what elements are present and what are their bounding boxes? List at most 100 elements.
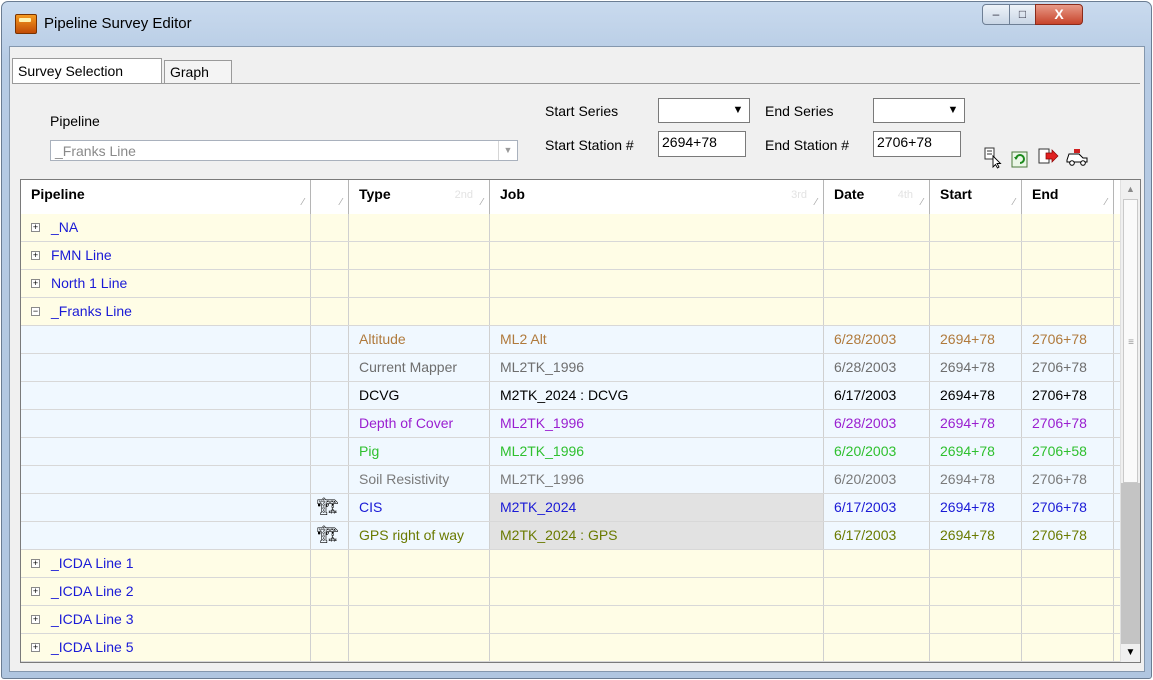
group-row[interactable]: + North 1 Line	[21, 270, 1121, 298]
sort-rank: 3rd	[791, 189, 807, 201]
close-button[interactable]: X	[1035, 4, 1083, 25]
expand-icon[interactable]: +	[31, 251, 40, 260]
icon-cell	[311, 326, 349, 353]
start-series-dropdown[interactable]: ▼	[658, 98, 750, 123]
group-row[interactable]: + FMN Line	[21, 242, 1121, 270]
type-cell: GPS right of way	[349, 522, 490, 549]
scrollbar-thumb[interactable]: ≡	[1123, 199, 1138, 483]
select-cursor-icon[interactable]	[983, 147, 1003, 169]
pipeline-cell	[21, 326, 311, 353]
job-cell: ML2TK_1996	[490, 354, 824, 381]
collapse-icon[interactable]: −	[31, 307, 40, 316]
job-cell: ML2 Alt	[490, 326, 824, 353]
pipeline-name: North 1 Line	[51, 275, 128, 291]
scroll-down-arrow-icon[interactable]: ▼	[1121, 644, 1140, 662]
export-icon[interactable]	[1037, 146, 1059, 166]
end-cell: 2706+78	[1022, 466, 1114, 493]
tab-graph[interactable]: Graph	[164, 60, 232, 84]
pipeline-name: _ICDA Line 1	[51, 555, 134, 571]
start-station-label: Start Station #	[545, 137, 634, 153]
expand-icon[interactable]: +	[31, 279, 40, 288]
sort-indicator-icon: ⁄	[302, 197, 304, 208]
survey-grid: Pipeline ⁄ ⁄ Type 2nd ⁄ Job 3rd ⁄ Date 4th ⁄ St…	[20, 179, 1141, 663]
scroll-up-arrow-icon[interactable]: ▲	[1121, 180, 1140, 198]
tab-survey-selection[interactable]: Survey Selection	[12, 58, 162, 84]
sort-indicator-icon: ⁄	[1013, 197, 1015, 208]
sort-rank: 4th	[897, 189, 913, 201]
group-row[interactable]: + _ICDA Line 1	[21, 550, 1121, 578]
pipeline-cell	[21, 382, 311, 409]
pipeline-cell	[21, 494, 311, 521]
pipeline-name: _ICDA Line 6	[51, 662, 134, 663]
survey-figure-icon: 🏗	[317, 497, 339, 516]
group-row[interactable]: + _ICDA Line 2	[21, 578, 1121, 606]
type-cell: DCVG	[349, 382, 490, 409]
group-row[interactable]: +_ICDA Line 6	[21, 662, 1121, 663]
vertical-scrollbar[interactable]: ▲ ≡ ▼	[1120, 180, 1140, 662]
pipeline-cell: + _NA	[21, 214, 311, 241]
grip-icon: ≡	[1128, 337, 1134, 348]
expand-icon[interactable]: +	[31, 559, 40, 568]
sort-indicator-icon: ⁄	[815, 197, 817, 208]
column-header-start[interactable]: Start ⁄	[930, 180, 1022, 214]
expand-icon[interactable]: +	[31, 587, 40, 596]
sort-indicator-icon: ⁄	[481, 197, 483, 208]
job-cell: M2TK_2024 : GPS	[490, 522, 824, 549]
start-cell: 2694+78	[930, 522, 1022, 549]
pipeline-cell	[21, 466, 311, 493]
column-header-pipeline[interactable]: Pipeline ⁄	[21, 180, 311, 214]
maximize-button[interactable]: □	[1009, 4, 1036, 25]
survey-row[interactable]: Soil Resistivity ML2TK_1996 6/20/2003 2694+…	[21, 466, 1121, 494]
pipeline-cell: + _ICDA Line 5	[21, 634, 311, 661]
job-cell: ML2TK_1996	[490, 466, 824, 493]
date-cell: 6/20/2003	[824, 466, 930, 493]
group-row[interactable]: − _Franks Line	[21, 298, 1121, 326]
start-cell: 2694+78	[930, 354, 1022, 381]
scrollbar-track[interactable]	[1121, 483, 1140, 644]
survey-row[interactable]: 🏗 GPS right of way M2TK_2024 : GPS 6/17/200…	[21, 522, 1121, 550]
chevron-down-icon[interactable]: ▼	[498, 141, 517, 160]
group-row[interactable]: + _ICDA Line 5	[21, 634, 1121, 662]
survey-row[interactable]: Pig ML2TK_1996 6/20/2003 2694+78 2706+58	[21, 438, 1121, 466]
pipeline-name: _ICDA Line 3	[51, 611, 134, 627]
end-cell: 2706+58	[1022, 438, 1114, 465]
end-station-label: End Station #	[765, 137, 850, 153]
app-icon	[15, 14, 37, 34]
end-station-input[interactable]: 2706+78	[873, 131, 961, 157]
pipeline-cell: + North 1 Line	[21, 270, 311, 297]
pipeline-cell: + FMN Line	[21, 242, 311, 269]
expand-icon[interactable]: +	[31, 615, 40, 624]
column-header-job[interactable]: Job 3rd ⁄	[490, 180, 824, 214]
survey-row[interactable]: 🏗 CIS M2TK_2024 6/17/2003 2694+78 2706+78	[21, 494, 1121, 522]
column-header-icon[interactable]: ⁄	[311, 180, 349, 214]
chevron-down-icon[interactable]: ▼	[943, 100, 963, 121]
column-header-end[interactable]: End ⁄	[1022, 180, 1114, 214]
survey-row[interactable]: Altitude ML2 Alt 6/28/2003 2694+78 2706+78	[21, 326, 1121, 354]
pipeline-cell: +_ICDA Line 6	[21, 662, 311, 663]
expand-icon[interactable]: +	[31, 643, 40, 652]
pipeline-cell	[21, 354, 311, 381]
survey-row[interactable]: Depth of Cover ML2TK_1996 6/28/2003 2694+78…	[21, 410, 1121, 438]
pipeline-cell: + _ICDA Line 1	[21, 550, 311, 577]
refresh-icon[interactable]	[1010, 147, 1030, 168]
survey-row[interactable]: DCVG M2TK_2024 : DCVG 6/17/2003 2694+78 2706…	[21, 382, 1121, 410]
end-series-dropdown[interactable]: ▼	[873, 98, 965, 123]
survey-figure-icon: 🏗	[317, 525, 339, 544]
vehicle-icon[interactable]	[1065, 146, 1088, 166]
icon-cell: 🏗	[311, 494, 349, 521]
type-cell: Soil Resistivity	[349, 466, 490, 493]
end-series-label: End Series	[765, 103, 834, 119]
title-bar[interactable]: Pipeline Survey Editor – □ X	[2, 2, 1151, 46]
chevron-down-icon[interactable]: ▼	[728, 100, 748, 121]
start-station-input[interactable]: 2694+78	[658, 131, 746, 157]
minimize-button[interactable]: –	[982, 4, 1010, 25]
job-cell: ML2TK_1996	[490, 410, 824, 437]
column-header-date[interactable]: Date 4th ⁄	[824, 180, 930, 214]
survey-row[interactable]: Current Mapper ML2TK_1996 6/28/2003 2694+78…	[21, 354, 1121, 382]
column-header-type[interactable]: Type 2nd ⁄	[349, 180, 490, 214]
expand-icon[interactable]: +	[31, 223, 40, 232]
end-cell: 2706+78	[1022, 354, 1114, 381]
group-row[interactable]: + _ICDA Line 3	[21, 606, 1121, 634]
pipeline-dropdown[interactable]: _Franks Line ▼	[50, 140, 518, 161]
group-row[interactable]: + _NA	[21, 214, 1121, 242]
